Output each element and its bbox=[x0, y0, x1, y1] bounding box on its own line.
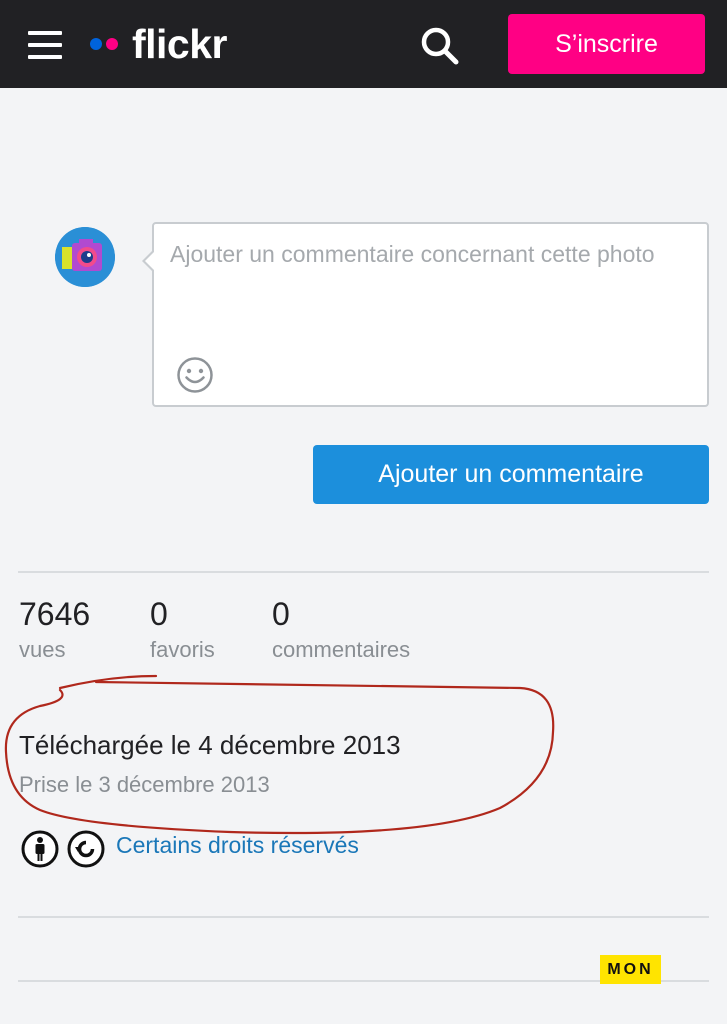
cc-share-alike-icon[interactable] bbox=[67, 830, 105, 868]
license-link[interactable]: Certains droits réservés bbox=[116, 832, 359, 859]
cc-attribution-icon[interactable] bbox=[21, 830, 59, 868]
comment-box bbox=[142, 222, 709, 407]
views-count: 7646 bbox=[19, 596, 91, 632]
signup-button[interactable]: S’inscrire bbox=[508, 14, 705, 74]
favorites-count: 0 bbox=[150, 596, 168, 632]
logo-wordmark: flickr bbox=[132, 21, 228, 67]
comment-input[interactable] bbox=[170, 234, 690, 344]
favorites-label: favoris bbox=[150, 637, 215, 662]
logo-pink-dot bbox=[106, 38, 118, 50]
menu-icon[interactable] bbox=[28, 30, 62, 60]
taken-date: Prise le 3 décembre 2013 bbox=[19, 772, 270, 797]
top-navigation-bar: flickr S’inscrire bbox=[0, 0, 727, 88]
uploaded-date: Téléchargée le 4 décembre 2013 bbox=[19, 730, 401, 760]
views-label: vues bbox=[19, 637, 66, 662]
stat-favorites[interactable]: 0 favoris bbox=[150, 594, 215, 664]
logo-blue-dot bbox=[90, 38, 102, 50]
user-avatar bbox=[55, 227, 115, 287]
comments-count: 0 bbox=[272, 596, 290, 632]
section-divider bbox=[18, 571, 709, 573]
stat-views: 7646 vues bbox=[19, 594, 90, 664]
smiley-icon[interactable] bbox=[176, 356, 214, 394]
watermark-badge: MON bbox=[600, 955, 661, 984]
section-divider bbox=[18, 916, 709, 918]
comments-label: commentaires bbox=[272, 637, 411, 662]
stat-comments[interactable]: 0 commentaires bbox=[272, 594, 410, 664]
search-icon[interactable] bbox=[418, 24, 462, 68]
add-comment-button[interactable]: Ajouter un commentaire bbox=[313, 445, 709, 504]
